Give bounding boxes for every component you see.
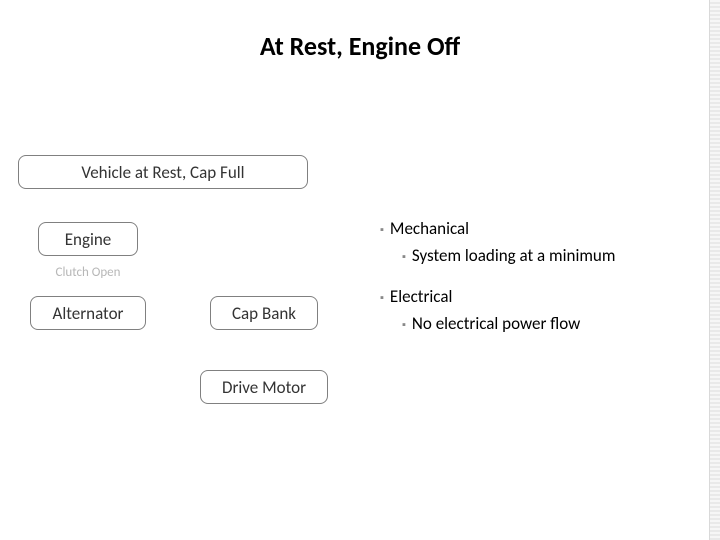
node-clutch-open: Clutch Open xyxy=(48,262,128,282)
bullet-mechanical-sub: ▪System loading at a minimum xyxy=(402,245,700,268)
node-vehicle-at-rest: Vehicle at Rest, Cap Full xyxy=(18,155,308,189)
bullet-mechanical: ▪Mechanical xyxy=(380,218,700,241)
bullet-electrical-sub: ▪No electrical power flow xyxy=(402,313,700,336)
bullet-icon: ▪ xyxy=(402,250,406,263)
node-alternator: Alternator xyxy=(30,296,146,330)
strip-edge-decoration xyxy=(709,0,720,540)
slide-title: At Rest, Engine Off xyxy=(0,30,720,62)
bullet-icon: ▪ xyxy=(380,291,384,304)
bullet-list: ▪Mechanical ▪System loading at a minimum… xyxy=(380,218,700,354)
node-engine: Engine xyxy=(38,222,138,256)
bullet-electrical: ▪Electrical xyxy=(380,286,700,309)
node-cap-bank: Cap Bank xyxy=(210,296,318,330)
node-drive-motor: Drive Motor xyxy=(200,370,328,404)
bullet-icon: ▪ xyxy=(380,223,384,236)
bullet-icon: ▪ xyxy=(402,318,406,331)
slide: At Rest, Engine Off Vehicle at Rest, Cap… xyxy=(0,0,720,540)
